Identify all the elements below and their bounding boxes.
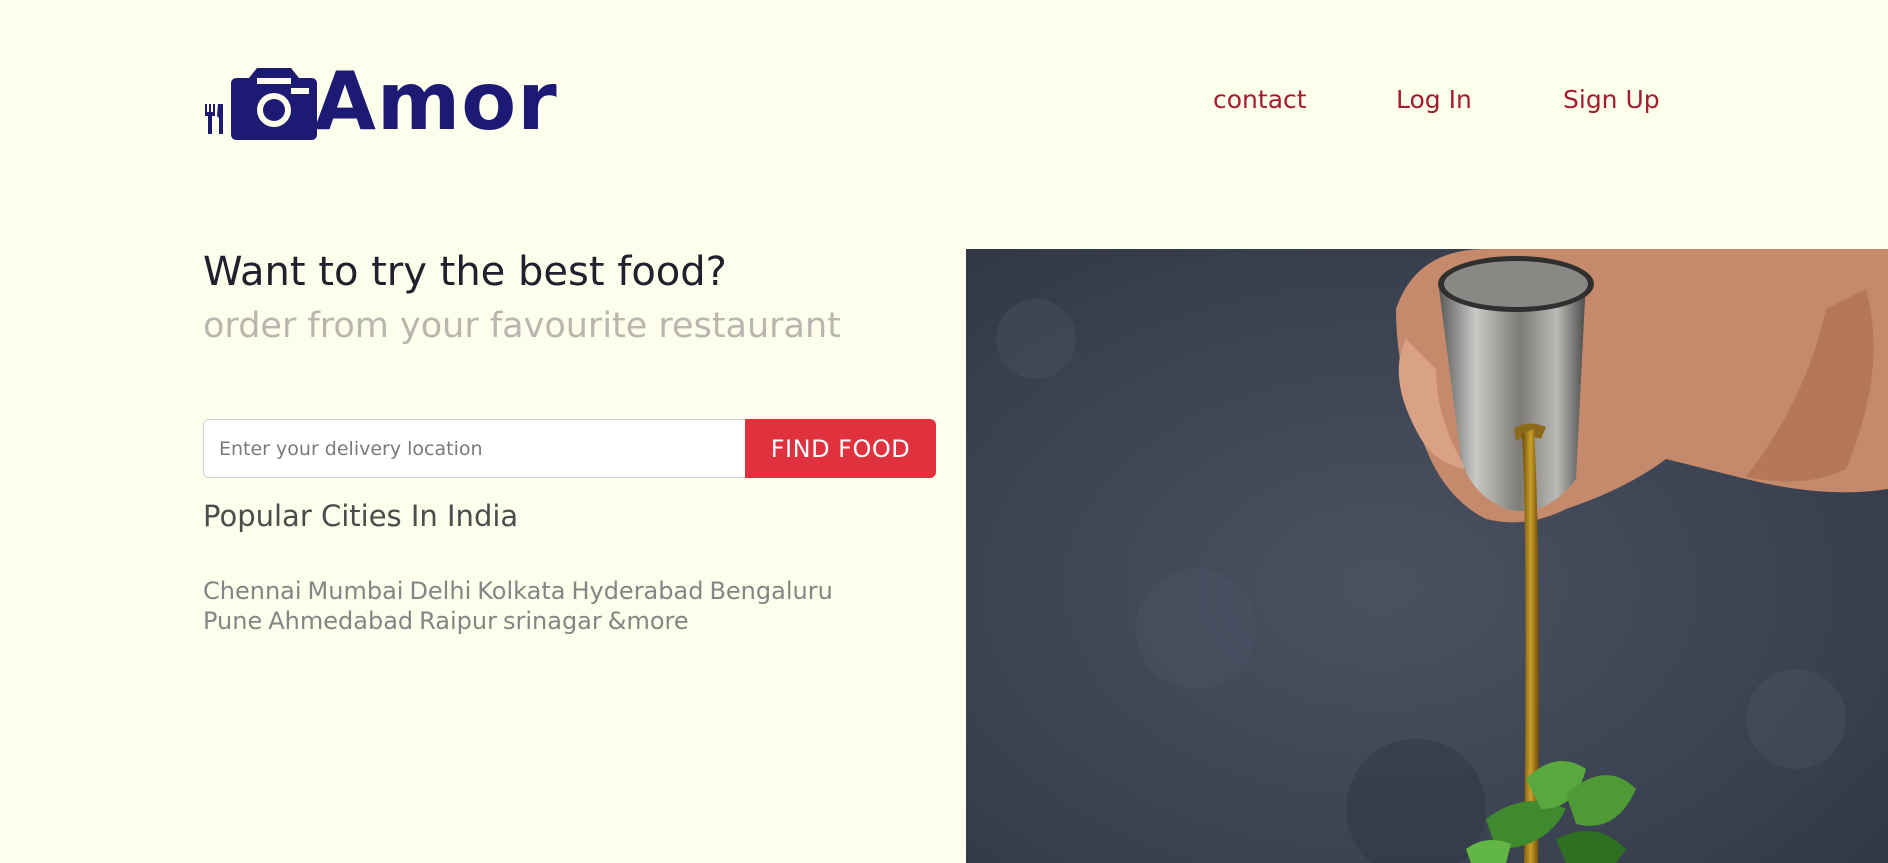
city-link[interactable]: Bengaluru — [709, 577, 832, 605]
more-cities-link[interactable]: &more — [608, 607, 689, 635]
city-link[interactable]: Hyderabad — [571, 577, 703, 605]
fork-knife-icon — [205, 104, 223, 134]
logo[interactable]: Amor — [205, 62, 557, 142]
nav-signup-link[interactable]: Sign Up — [1563, 86, 1660, 114]
logo-text: Amor — [314, 55, 558, 148]
city-link[interactable]: Chennai — [203, 577, 302, 605]
camera-icon — [231, 68, 317, 140]
city-link[interactable]: Ahmedabad — [268, 607, 413, 635]
hero-food-image — [966, 249, 1888, 863]
hero-subtitle: order from your favourite restaurant — [203, 306, 841, 346]
popular-cities-list: Chennai Mumbai Delhi Kolkata Hyderabad Bengal… — [203, 576, 903, 636]
nav-contact-link[interactable]: contact — [1213, 86, 1307, 114]
city-link[interactable]: Mumbai — [308, 577, 404, 605]
find-food-button[interactable]: FIND FOOD — [745, 419, 936, 478]
location-search-form: FIND FOOD — [203, 419, 936, 478]
delivery-location-input[interactable] — [203, 419, 751, 478]
popular-cities-title: Popular Cities In India — [203, 499, 519, 533]
city-link[interactable]: Delhi — [409, 577, 471, 605]
nav-login-link[interactable]: Log In — [1396, 86, 1472, 114]
city-link[interactable]: Pune — [203, 607, 262, 635]
city-link[interactable]: srinagar — [503, 607, 602, 635]
hero-title: Want to try the best food? — [203, 249, 727, 295]
city-link[interactable]: Raipur — [419, 607, 497, 635]
city-link[interactable]: Kolkata — [477, 577, 565, 605]
